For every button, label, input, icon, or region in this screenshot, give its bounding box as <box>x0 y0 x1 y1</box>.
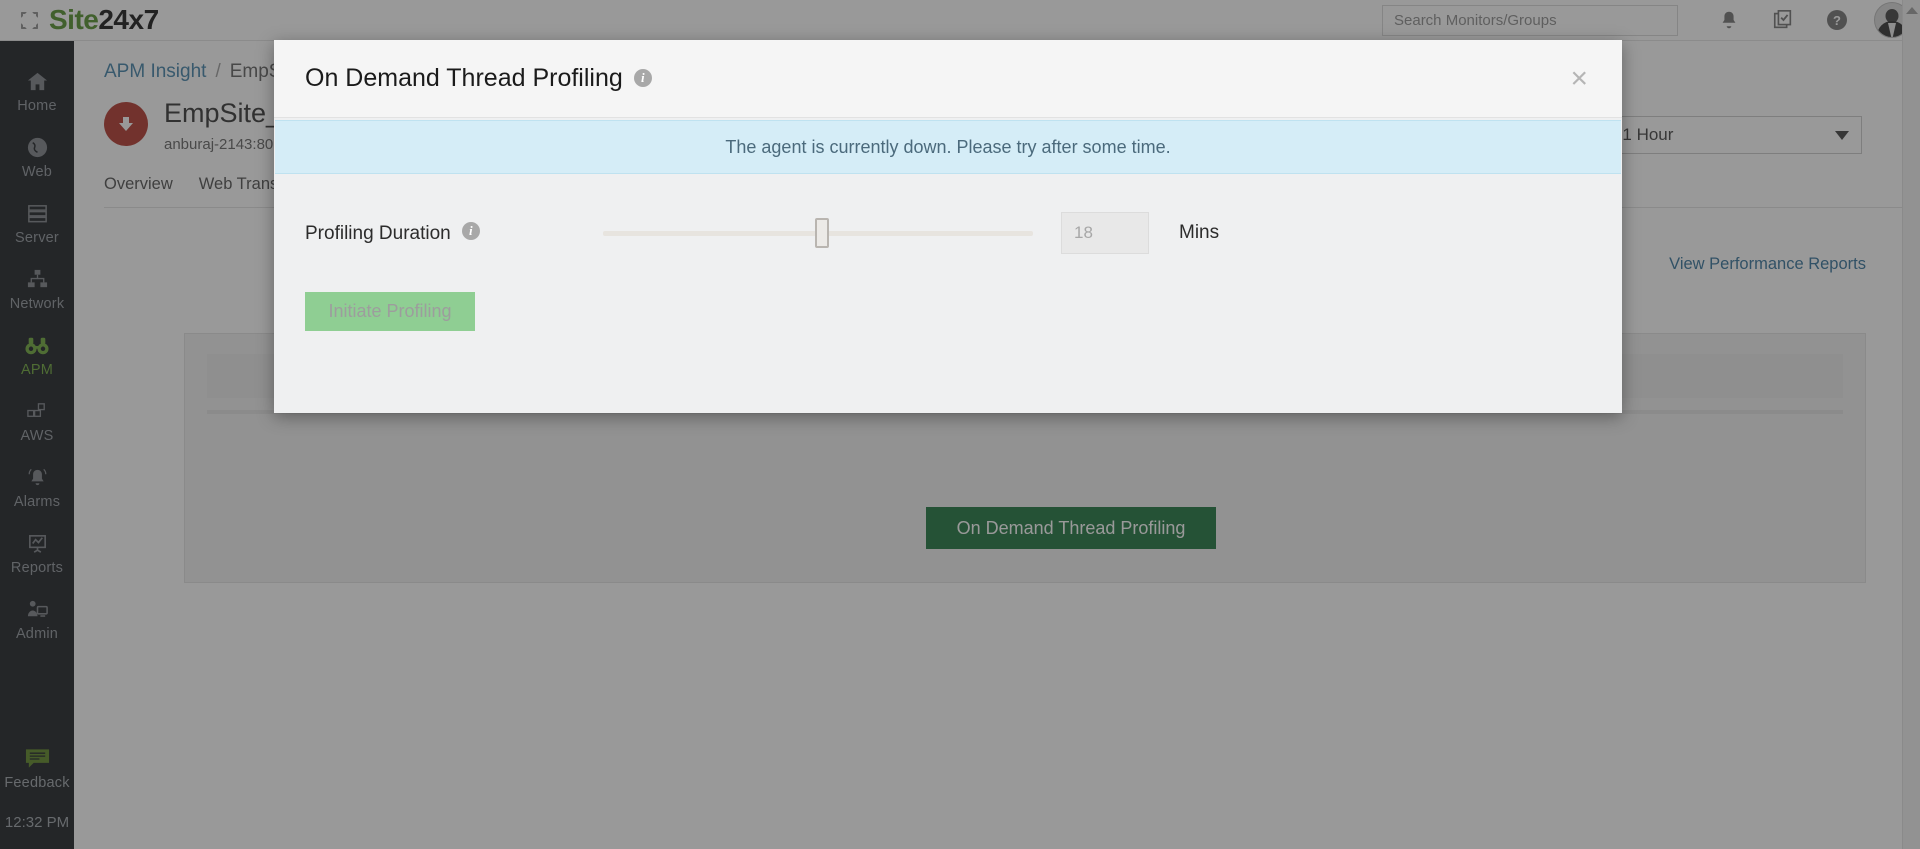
info-icon[interactable]: i <box>462 222 480 240</box>
modal-body: Profiling Duration i Mins Initiate Profil… <box>274 174 1622 331</box>
agent-down-alert: The agent is currently down. Please try … <box>275 120 1621 174</box>
agent-down-alert-text: The agent is currently down. Please try … <box>725 137 1170 158</box>
modal-title: On Demand Thread Profiling i <box>305 64 652 93</box>
modal-title-text: On Demand Thread Profiling <box>305 64 623 92</box>
profiling-duration-label: Profiling Duration i <box>305 222 531 245</box>
close-icon[interactable]: × <box>1564 64 1594 94</box>
app-root: Site24x7 Search Monitors/Groups <box>0 0 1920 849</box>
duration-unit-label: Mins <box>1179 222 1219 244</box>
profiling-duration-row: Profiling Duration i Mins <box>305 212 1622 254</box>
on-demand-thread-profiling-modal: On Demand Thread Profiling i × The agent … <box>274 40 1622 413</box>
slider-handle[interactable] <box>815 218 829 248</box>
profiling-duration-label-text: Profiling Duration <box>305 223 451 244</box>
modal-header: On Demand Thread Profiling i × <box>274 40 1622 118</box>
initiate-profiling-button[interactable]: Initiate Profiling <box>305 292 475 331</box>
profiling-duration-input[interactable] <box>1061 212 1149 254</box>
profiling-duration-slider[interactable] <box>603 216 1033 250</box>
info-icon[interactable]: i <box>634 69 652 87</box>
